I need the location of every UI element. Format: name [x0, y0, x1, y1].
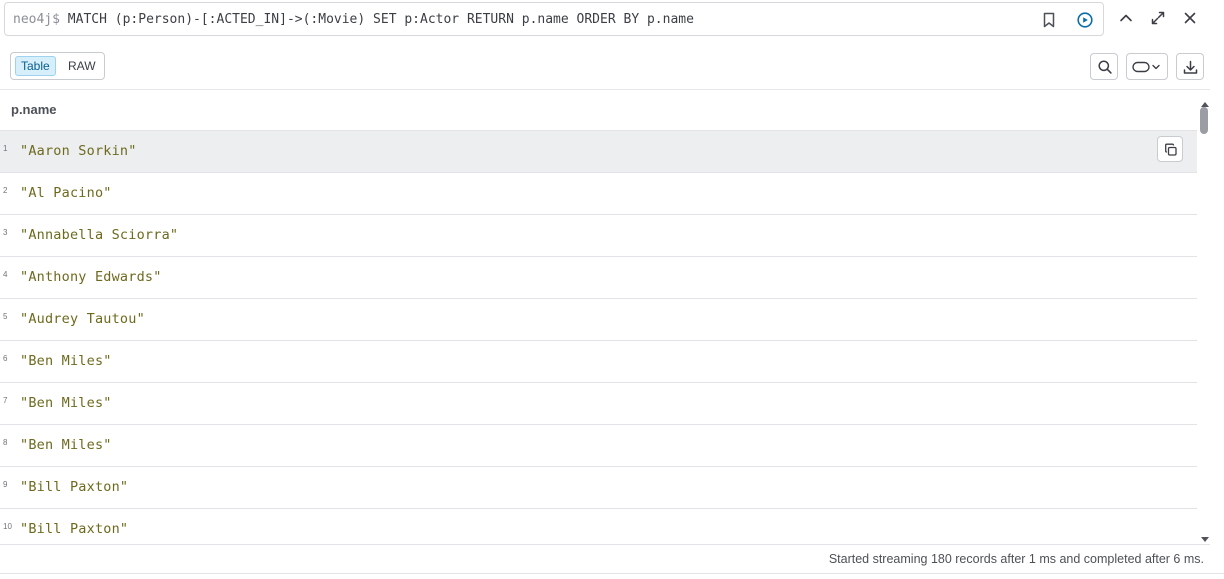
- cell-value[interactable]: "Bill Paxton": [20, 479, 128, 495]
- copy-icon: [1165, 143, 1177, 156]
- cell-value[interactable]: "Annabella Sciorra": [20, 227, 178, 243]
- cell-value[interactable]: "Ben Miles": [20, 353, 112, 369]
- cell-value[interactable]: "Anthony Edwards": [20, 269, 162, 285]
- row-number: 4: [3, 270, 8, 279]
- table-row[interactable]: 8 "Ben Miles": [0, 424, 1197, 466]
- play-circle-icon[interactable]: [1075, 10, 1095, 30]
- table-row[interactable]: 6 "Ben Miles": [0, 340, 1197, 382]
- query-prompt: neo4j$: [13, 12, 60, 27]
- table-view-button[interactable]: Table: [15, 56, 56, 76]
- chevron-up-icon[interactable]: [1117, 9, 1135, 27]
- raw-view-button[interactable]: RAW: [63, 56, 101, 76]
- table-row[interactable]: 4 "Anthony Edwards": [0, 256, 1197, 298]
- query-result-frame: neo4j$ MATCH (p:Person)-[:ACTED_IN]->(:M…: [0, 0, 1224, 579]
- row-number: 7: [3, 396, 8, 405]
- display-options-dropdown[interactable]: [1126, 53, 1168, 80]
- row-number: 3: [3, 228, 8, 237]
- row-number: 10: [3, 522, 12, 531]
- cell-value[interactable]: "Aaron Sorkin": [20, 143, 137, 159]
- cell-value[interactable]: "Bill Paxton": [20, 521, 128, 537]
- result-table: 1 "Aaron Sorkin" 2 "Al Pacino" 3 "Annabe…: [0, 130, 1197, 550]
- download-icon: [1183, 60, 1198, 74]
- scroll-up-arrow-icon[interactable]: [1200, 95, 1210, 107]
- row-number: 5: [3, 312, 8, 321]
- table-row[interactable]: 5 "Audrey Tautou": [0, 298, 1197, 340]
- row-number: 1: [3, 144, 8, 153]
- table-row[interactable]: 9 "Bill Paxton": [0, 466, 1197, 508]
- row-number: 6: [3, 354, 8, 363]
- table-row[interactable]: 3 "Annabella Sciorra": [0, 214, 1197, 256]
- pill-dropdown-icon: [1132, 61, 1160, 73]
- scrollbar-thumb[interactable]: [1200, 107, 1208, 134]
- cell-value[interactable]: "Audrey Tautou": [20, 311, 145, 327]
- search-icon: [1098, 60, 1112, 74]
- row-number: 8: [3, 438, 8, 447]
- cell-value[interactable]: "Al Pacino": [20, 185, 112, 201]
- scroll-down-arrow-icon[interactable]: [1200, 531, 1210, 542]
- copy-button[interactable]: [1157, 136, 1183, 162]
- header-divider: [0, 89, 1210, 90]
- table-row[interactable]: 2 "Al Pacino": [0, 172, 1197, 214]
- table-row[interactable]: 7 "Ben Miles": [0, 382, 1197, 424]
- maximize-icon[interactable]: [1149, 9, 1167, 27]
- query-editor[interactable]: neo4j$ MATCH (p:Person)-[:ACTED_IN]->(:M…: [4, 2, 1104, 36]
- status-bar: Started streaming 180 records after 1 ms…: [0, 544, 1210, 574]
- close-icon[interactable]: [1181, 9, 1199, 27]
- column-header-p-name[interactable]: p.name: [11, 102, 57, 117]
- row-number: 2: [3, 186, 8, 195]
- status-text: Started streaming 180 records after 1 ms…: [828, 552, 1204, 566]
- download-button[interactable]: [1176, 53, 1204, 80]
- search-button[interactable]: [1090, 53, 1118, 80]
- row-number: 9: [3, 480, 8, 489]
- cell-value[interactable]: "Ben Miles": [20, 395, 112, 411]
- cell-value[interactable]: "Ben Miles": [20, 437, 112, 453]
- bottom-divider: [0, 573, 1224, 574]
- query-text[interactable]: MATCH (p:Person)-[:ACTED_IN]->(:Movie) S…: [68, 12, 694, 27]
- query-line[interactable]: neo4j$ MATCH (p:Person)-[:ACTED_IN]->(:M…: [13, 12, 694, 27]
- bookmark-icon[interactable]: [1039, 10, 1059, 30]
- table-row[interactable]: 1 "Aaron Sorkin": [0, 130, 1197, 172]
- view-toggle: Table RAW: [10, 52, 105, 80]
